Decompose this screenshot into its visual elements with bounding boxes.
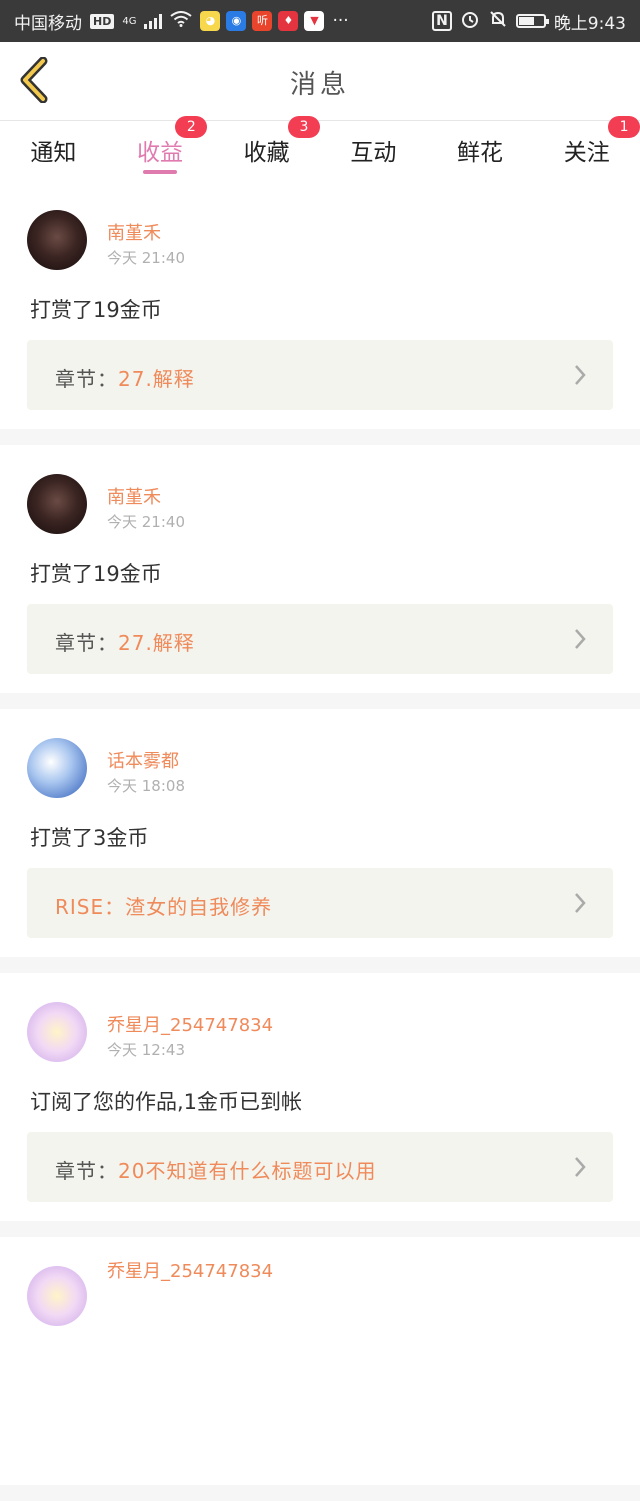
- avatar[interactable]: [27, 1002, 87, 1062]
- unread-badge: 1: [608, 116, 640, 138]
- message-card: 南堇禾 今天 21:40 打赏了19金币 章节：27.解释: [0, 445, 640, 693]
- message-time: 今天 21:40: [107, 249, 185, 267]
- unread-badge: 3: [288, 116, 321, 138]
- chapter-ref-value: 27.解释: [118, 631, 195, 655]
- page-title: 消息: [289, 70, 350, 100]
- tab-notice[interactable]: 通知: [0, 121, 107, 181]
- tab-label: 收藏: [243, 140, 290, 166]
- avatar[interactable]: [27, 738, 87, 798]
- carrier-label: 中国移动: [14, 13, 82, 34]
- chapter-ref-label: 章节：: [55, 631, 118, 655]
- chapter-link[interactable]: 章节：27.解释: [27, 604, 613, 674]
- author-name[interactable]: 乔星月_254747834: [107, 1257, 273, 1283]
- message-card: 话本雾都 今天 18:08 打赏了3金币 RISE：渣女的自我修养: [0, 709, 640, 957]
- work-link[interactable]: RISE：渣女的自我修养: [27, 868, 613, 938]
- author-name[interactable]: 南堇禾: [107, 219, 161, 245]
- message-text: 打赏了19金币: [30, 298, 162, 322]
- tab-flowers[interactable]: 鲜花: [427, 121, 534, 181]
- chapter-link[interactable]: 章节：20不知道有什么标题可以用: [27, 1132, 613, 1202]
- message-text: 打赏了3金币: [30, 826, 149, 850]
- pin-app-icon: ▼: [304, 11, 325, 31]
- message-list: 南堇禾 今天 21:40 打赏了19金币 章节：27.解释 南堇禾 今天 21:…: [0, 181, 640, 1501]
- work-ref-value: RISE：渣女的自我修养: [55, 895, 273, 919]
- network-type-label: 4G: [122, 15, 137, 27]
- huawei-app-icon: ♦: [278, 11, 299, 31]
- tab-label: 互动: [350, 140, 397, 166]
- signal-icon: [144, 13, 163, 29]
- unread-badge: 2: [175, 116, 208, 138]
- work-ref: RISE：渣女的自我修养: [55, 891, 272, 920]
- chapter-ref: 章节：20不知道有什么标题可以用: [55, 1155, 376, 1184]
- message-text: 订阅了您的作品,1金币已到帐: [30, 1090, 303, 1114]
- tab-interaction[interactable]: 互动: [320, 121, 427, 181]
- status-bar-right: N 晚上9:43: [432, 9, 626, 34]
- tab-label: 收益: [137, 140, 183, 166]
- chevron-right-icon: [575, 365, 586, 385]
- listen-app-icon: 听: [252, 11, 273, 31]
- author-name[interactable]: 话本雾都: [107, 747, 179, 773]
- author-name[interactable]: 乔星月_254747834: [107, 1011, 273, 1037]
- message-card: 乔星月_254747834 今天 12:43 订阅了您的作品,1金币已到帐 章节…: [0, 973, 640, 1221]
- alarm-icon: [460, 9, 480, 34]
- tab-earnings[interactable]: 收益 2: [107, 116, 214, 181]
- active-tab-indicator: [143, 170, 177, 174]
- chapter-ref: 章节：27.解释: [55, 363, 195, 392]
- chapter-ref-value: 20不知道有什么标题可以用: [118, 1159, 377, 1183]
- browser-app-icon: ◉: [226, 11, 247, 31]
- message-card: 南堇禾 今天 21:40 打赏了19金币 章节：27.解释: [0, 181, 640, 429]
- top-app-bar: 消息: [0, 42, 640, 121]
- chapter-link[interactable]: 章节：27.解释: [27, 340, 613, 410]
- more-notifications-icon: ···: [332, 11, 349, 31]
- tab-label: 通知: [30, 140, 77, 166]
- message-time: 今天 18:08: [107, 777, 185, 795]
- message-card: 乔星月_254747834: [0, 1237, 640, 1485]
- chapter-ref: 章节：27.解释: [55, 627, 195, 656]
- mute-bell-icon: [488, 9, 508, 34]
- notification-app-icons: ◕ ◉ 听 ♦ ▼: [200, 11, 325, 31]
- clock-label: 晚上9:43: [553, 13, 626, 34]
- wifi-icon: [170, 10, 193, 32]
- message-category-tabs: 通知 收益 2 收藏 3 互动 鲜花 关注 1: [0, 116, 640, 181]
- message-time: 今天 12:43: [107, 1041, 185, 1059]
- chapter-ref-value: 27.解释: [118, 367, 195, 391]
- status-bar: 中国移动 HD 4G ◕ ◉ 听 ♦ ▼ ··· N 晚上9:43: [0, 0, 640, 42]
- avatar[interactable]: [27, 1266, 87, 1326]
- chapter-ref-label: 章节：: [55, 367, 118, 391]
- chevron-right-icon: [575, 893, 586, 913]
- chapter-ref-label: 章节：: [55, 1159, 118, 1183]
- tab-favorites[interactable]: 收藏 3: [213, 116, 321, 181]
- nfc-icon: N: [432, 11, 452, 31]
- tab-following[interactable]: 关注 1: [533, 116, 640, 181]
- tab-label: 鲜花: [457, 140, 504, 166]
- message-text: 打赏了19金币: [30, 562, 162, 586]
- hd-indicator: HD: [90, 13, 115, 29]
- avatar[interactable]: [27, 474, 87, 534]
- author-name[interactable]: 南堇禾: [107, 483, 161, 509]
- battery-icon: [515, 14, 549, 28]
- status-bar-left: 中国移动 HD 4G ◕ ◉ 听 ♦ ▼ ···: [14, 9, 349, 34]
- qq-app-icon: ◕: [200, 11, 221, 31]
- chevron-right-icon: [575, 1157, 586, 1177]
- message-time: 今天 21:40: [107, 513, 185, 531]
- chevron-right-icon: [575, 629, 586, 649]
- tab-label: 关注: [563, 140, 610, 166]
- avatar[interactable]: [27, 210, 87, 270]
